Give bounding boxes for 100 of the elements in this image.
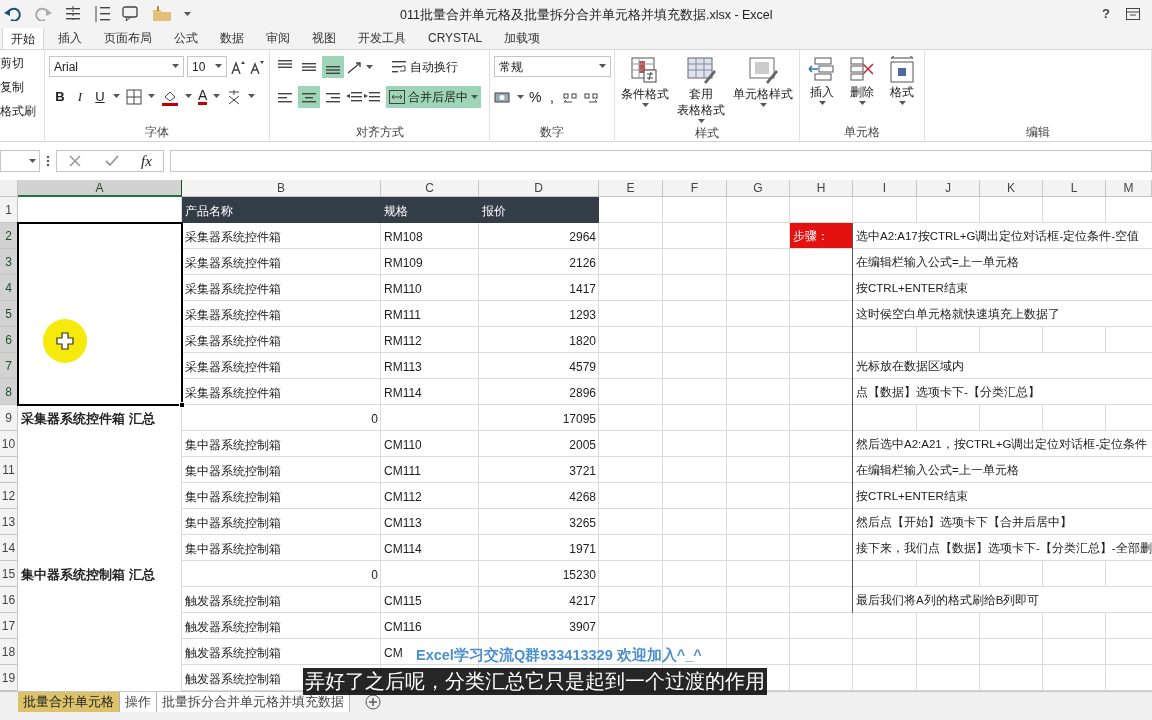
row-header[interactable]: 18 (0, 639, 18, 665)
row-header[interactable]: 14 (0, 535, 18, 561)
borders-icon[interactable] (126, 88, 142, 105)
caret-icon[interactable] (641, 103, 649, 108)
font-style-button[interactable]: U (93, 87, 107, 107)
style-gallery-button[interactable]: 条件格式 (618, 56, 672, 124)
font-style-button[interactable]: I (73, 87, 87, 107)
menu-tab[interactable]: 审阅 (258, 27, 298, 49)
column-header[interactable]: E (599, 180, 663, 197)
shrink-font-icon[interactable] (249, 59, 265, 74)
menu-tab[interactable]: 插入 (50, 27, 90, 49)
number-style-button[interactable]: , (546, 87, 558, 108)
caret-icon[interactable] (898, 101, 906, 106)
row-header[interactable]: 16 (0, 587, 18, 613)
cell-action-button[interactable]: 插入 (807, 56, 837, 123)
horizontal-align-button[interactable] (298, 86, 320, 108)
style-gallery-button[interactable]: 单元格样式 (730, 56, 796, 124)
font-size-field[interactable]: 10 (187, 56, 227, 77)
decrease-decimal-icon[interactable] (584, 90, 600, 105)
menu-tab[interactable]: CRYSTAL (420, 27, 491, 49)
caret-icon[interactable] (599, 64, 606, 69)
currency-icon[interactable] (494, 89, 512, 106)
column-header[interactable]: M (1106, 180, 1152, 197)
orientation-icon[interactable] (346, 59, 364, 75)
column-header[interactable]: G (727, 180, 790, 197)
menu-tab[interactable]: 数据 (212, 27, 252, 49)
row-header[interactable]: 6 (0, 327, 18, 353)
clipboard-button[interactable]: 剪切 (0, 54, 44, 72)
column-header[interactable]: I (853, 180, 917, 197)
line-height-icon[interactable] (94, 5, 110, 23)
row-header[interactable]: 8 (0, 379, 18, 405)
column-header[interactable]: C (381, 180, 479, 197)
sheet-tab[interactable]: 批量拆分合并单元格并填充数据 (157, 692, 350, 712)
undo-icon[interactable] (4, 7, 22, 21)
column-header[interactable]: L (1043, 180, 1106, 197)
font-color-button[interactable]: A (198, 88, 208, 106)
caret-icon[interactable] (366, 64, 373, 70)
row-header[interactable]: 7 (0, 353, 18, 379)
row-header[interactable]: 5 (0, 301, 18, 327)
merge-center-button[interactable]: 合并后居中 (386, 86, 481, 108)
menu-tab[interactable]: 开发工具 (350, 27, 414, 49)
caret-icon[interactable] (113, 94, 120, 100)
caret-icon[interactable] (29, 158, 36, 164)
font-style-button[interactable]: B (53, 87, 67, 107)
caret-icon[interactable] (172, 64, 179, 69)
check-icon[interactable] (104, 154, 119, 168)
caret-icon[interactable] (148, 94, 155, 100)
clipboard-button[interactable]: 格式刷 (0, 102, 44, 120)
cell-action-button[interactable]: 格式 (887, 56, 917, 123)
fill-handle[interactable] (179, 402, 185, 408)
row-header[interactable]: 2 (0, 223, 18, 249)
sheet-tab[interactable]: 操作 (120, 692, 157, 712)
cell-action-button[interactable]: 删除 (847, 56, 877, 123)
caret-icon[interactable] (184, 11, 191, 17)
number-style-button[interactable]: % (529, 87, 541, 108)
clipboard-button[interactable]: 复制 (0, 78, 44, 96)
number-format-field[interactable]: 常规 (494, 56, 611, 77)
vertical-align-button[interactable] (322, 56, 344, 78)
column-header[interactable]: J (917, 180, 980, 197)
increase-indent-icon[interactable] (364, 90, 380, 104)
menu-tab[interactable]: 公式 (166, 27, 206, 49)
insert-function-button[interactable]: fx (140, 149, 152, 173)
ribbon-display-icon[interactable] (1126, 8, 1140, 20)
menu-tab[interactable]: 加载项 (496, 27, 549, 49)
row-header[interactable]: 1 (0, 197, 18, 223)
help-button[interactable]: ? (1102, 4, 1110, 24)
row-header[interactable]: 3 (0, 249, 18, 275)
wrap-text-button[interactable]: 自动换行 (389, 56, 460, 78)
comment-icon[interactable] (122, 6, 140, 22)
increase-decimal-icon[interactable] (563, 90, 579, 105)
row-header[interactable]: 4 (0, 275, 18, 301)
row-header[interactable]: 10 (0, 431, 18, 457)
row-header[interactable]: 13 (0, 509, 18, 535)
menu-tab[interactable]: 开始 (2, 27, 44, 49)
caret-icon[interactable] (818, 101, 826, 106)
menu-tab[interactable]: 页面布局 (96, 27, 160, 49)
menu-tab[interactable]: 视图 (304, 27, 344, 49)
row-header[interactable]: 11 (0, 457, 18, 483)
row-header[interactable]: 9 (0, 405, 18, 431)
formula-input[interactable] (170, 150, 1152, 172)
row-header[interactable]: 17 (0, 613, 18, 639)
font-name-field[interactable]: Arial (49, 56, 184, 77)
caret-icon[interactable] (471, 94, 478, 100)
column-header[interactable]: A (18, 180, 182, 197)
column-header[interactable]: D (479, 180, 599, 197)
style-gallery-button[interactable]: 套用 表格格式 (674, 56, 728, 124)
column-header[interactable]: K (980, 180, 1043, 197)
column-header[interactable]: B (182, 180, 381, 197)
column-header[interactable]: H (790, 180, 853, 197)
caret-icon[interactable] (213, 94, 221, 100)
column-header[interactable]: F (663, 180, 727, 197)
caret-icon[interactable] (759, 103, 767, 108)
sheet-tab[interactable]: 批量合并单元格 (18, 692, 120, 712)
grow-font-icon[interactable] (230, 59, 246, 74)
caret-icon[interactable] (517, 95, 524, 100)
caret-icon[interactable] (215, 64, 222, 69)
row-header[interactable]: 12 (0, 483, 18, 509)
decrease-indent-icon[interactable] (346, 90, 362, 104)
caret-icon[interactable] (185, 94, 192, 100)
caret-icon[interactable] (858, 101, 866, 106)
